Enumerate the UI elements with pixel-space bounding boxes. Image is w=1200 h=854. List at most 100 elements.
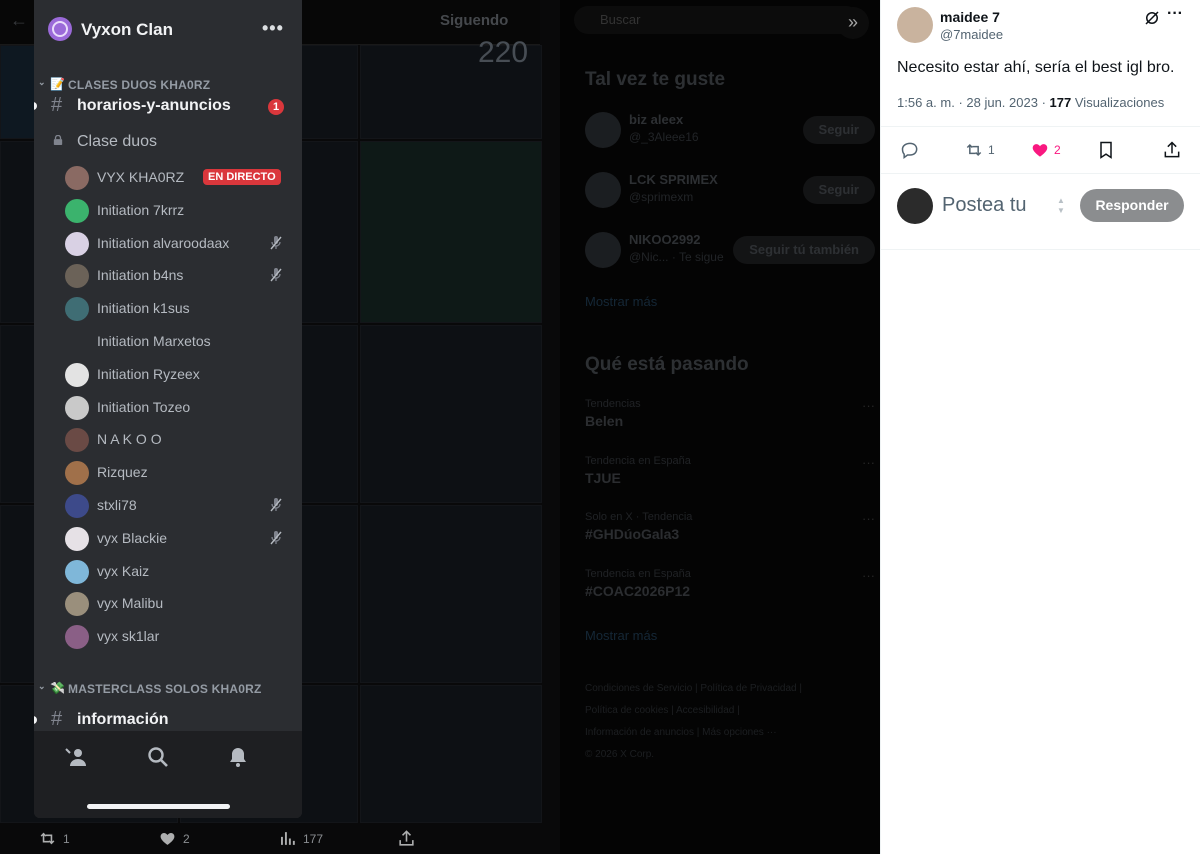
voice-channel-clase-duos[interactable]: Clase duos: [34, 130, 302, 156]
retweet-count: 1: [988, 143, 995, 157]
muted-mic-icon: [270, 268, 282, 282]
voice-member[interactable]: vyx Kaiz: [34, 557, 302, 587]
member-name: Initiation Marxetos: [97, 333, 211, 349]
money-icon: 💸: [50, 681, 66, 695]
voice-member[interactable]: VYX KHA0RZ EN DIRECTO: [34, 163, 302, 193]
avatar: [65, 527, 89, 551]
member-name: Initiation Tozeo: [97, 399, 191, 415]
member-name: Initiation 7krrz: [97, 202, 185, 218]
member-name: Initiation b4ns: [97, 267, 184, 283]
retweet-button[interactable]: 1: [964, 140, 995, 160]
voice-member[interactable]: vyx sk1lar: [34, 622, 302, 652]
mention-badge: 1: [268, 99, 284, 115]
voice-member[interactable]: Initiation Ryzeex: [34, 360, 302, 390]
avatar: [65, 592, 89, 616]
voice-member[interactable]: Initiation b4ns: [34, 261, 302, 291]
avatar: [65, 396, 89, 420]
reply-button[interactable]: [900, 140, 920, 160]
voice-member[interactable]: vyx Malibu: [34, 589, 302, 619]
voice-member[interactable]: Initiation Tozeo: [34, 393, 302, 423]
voice-channel-name: Clase duos: [77, 133, 158, 150]
voice-member[interactable]: stxli78: [34, 491, 302, 521]
unread-indicator: [34, 102, 37, 110]
friends-icon[interactable]: [64, 745, 88, 769]
tweet-meta: 1:56 a. m. · 28 jun. 2023 · 177 Visualiz…: [897, 95, 1165, 110]
avatar: [65, 199, 89, 223]
bookmark-button[interactable]: [1096, 140, 1116, 160]
heart-filled-icon: [1032, 144, 1048, 157]
reply-input[interactable]: Postea tu: [942, 194, 1027, 217]
share-icon: [1164, 141, 1180, 158]
muted-mic-icon: [270, 236, 282, 250]
member-name: Initiation k1sus: [97, 300, 190, 316]
discord-bottom-nav: [34, 731, 302, 818]
voice-member[interactable]: Initiation 7krrz: [34, 196, 302, 226]
channel-name: información: [77, 711, 169, 728]
member-name: Rizquez: [97, 464, 148, 480]
chevron-down-icon: ⌄: [38, 77, 46, 87]
unread-indicator: [34, 716, 37, 724]
tweet-time[interactable]: 1:56 a. m.: [897, 95, 955, 110]
member-name: stxli78: [97, 497, 137, 513]
voice-member[interactable]: N A K O O: [34, 425, 302, 455]
like-button[interactable]: 2: [1030, 140, 1061, 160]
avatar: [65, 232, 89, 256]
bell-icon[interactable]: [226, 745, 250, 769]
avatar: [65, 560, 89, 584]
tweet-panel: maidee 7 @7maidee ··· Necesito estar ahí…: [880, 0, 1200, 854]
discord-server-panel: Vyxon Clan ••• ⌄ 📝 CLASES DUOS KHA0RZ # …: [34, 0, 302, 818]
server-header[interactable]: Vyxon Clan •••: [34, 0, 302, 62]
reply-icon: [901, 142, 918, 159]
author-name[interactable]: maidee 7: [940, 9, 1000, 25]
avatar: [65, 625, 89, 649]
member-name: vyx Malibu: [97, 595, 164, 611]
voice-member[interactable]: Initiation alvaroodaax: [34, 229, 302, 259]
avatar: [65, 428, 89, 452]
grok-icon[interactable]: [1143, 9, 1161, 27]
memo-icon: 📝: [50, 77, 66, 91]
scroll-stepper-icon[interactable]: ▲ ▼: [1057, 196, 1065, 216]
category-label: MASTERCLASS SOLOS KHA0RZ: [68, 682, 262, 696]
author-avatar[interactable]: [897, 7, 933, 43]
hash-icon: #: [51, 708, 63, 730]
member-name: vyx Kaiz: [97, 563, 150, 579]
avatar: [65, 166, 89, 190]
server-name: Vyxon Clan: [81, 20, 173, 39]
server-icon: [48, 17, 72, 41]
share-button[interactable]: [1162, 140, 1182, 160]
server-menu-button[interactable]: •••: [262, 18, 284, 39]
avatar: [65, 297, 89, 321]
member-name: vyx sk1lar: [97, 628, 160, 644]
tweet-text: Necesito estar ahí, sería el best igl br…: [897, 59, 1175, 76]
author-handle[interactable]: @7maidee: [940, 27, 1003, 42]
avatar: [65, 264, 89, 288]
member-name: VYX KHA0RZ: [97, 169, 185, 185]
member-name: Initiation Ryzeex: [97, 366, 200, 382]
voice-member[interactable]: vyx Blackie: [34, 524, 302, 554]
voice-member[interactable]: Initiation Marxetos: [34, 327, 302, 357]
tweet-date[interactable]: 28 jun. 2023: [966, 95, 1038, 110]
voice-member[interactable]: Rizquez: [34, 458, 302, 488]
category-clases-duos[interactable]: ⌄ 📝 CLASES DUOS KHA0RZ: [34, 77, 302, 95]
category-label: CLASES DUOS KHA0RZ: [68, 78, 211, 92]
retweet-icon: [966, 143, 982, 157]
avatar: [65, 363, 89, 387]
bookmark-icon: [1100, 141, 1112, 159]
hash-icon: #: [51, 94, 63, 116]
channel-name: horarios-y-anuncios: [77, 97, 231, 114]
home-indicator[interactable]: [87, 804, 230, 809]
category-masterclass-solos[interactable]: ⌄ 💸 MASTERCLASS SOLOS KHA0RZ: [34, 681, 302, 699]
my-avatar: [897, 188, 933, 224]
channel-horarios-y-anuncios[interactable]: # horarios-y-anuncios 1: [34, 94, 302, 120]
like-count: 2: [1054, 143, 1061, 157]
member-name: N A K O O: [97, 431, 162, 447]
member-name: vyx Blackie: [97, 530, 168, 546]
reply-submit-button[interactable]: Responder: [1080, 189, 1184, 222]
avatar: [65, 461, 89, 485]
search-icon[interactable]: [146, 745, 170, 769]
chevron-down-icon: ⌄: [38, 681, 46, 691]
views-count: 177: [1049, 95, 1072, 110]
lock-icon: [53, 135, 63, 145]
more-options-icon[interactable]: ···: [1167, 5, 1183, 23]
voice-member[interactable]: Initiation k1sus: [34, 294, 302, 324]
